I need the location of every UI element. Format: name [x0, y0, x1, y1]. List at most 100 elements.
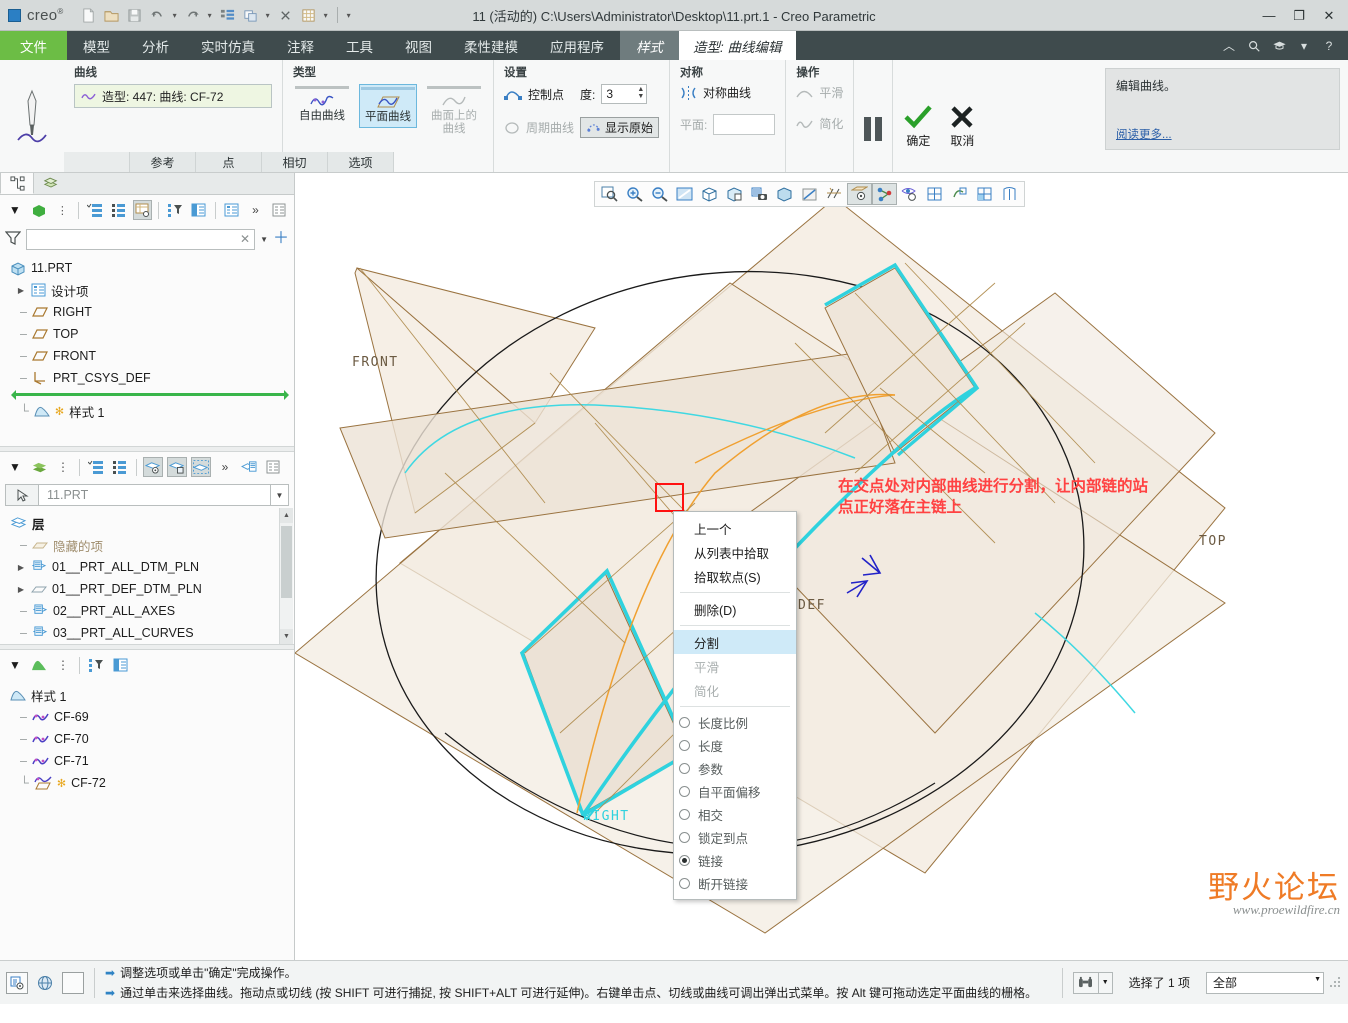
- graduation-cap-icon[interactable]: [1268, 35, 1290, 57]
- scroll-up-icon[interactable]: ▲: [280, 508, 293, 523]
- selection-filter-dropdown[interactable]: 全部 ▼: [1206, 971, 1324, 994]
- filter-dropdown-icon[interactable]: ▼: [260, 235, 268, 244]
- context-menu-item-pick-from-list[interactable]: 从列表中拾取: [674, 540, 796, 564]
- tree-item-front[interactable]: – FRONT: [6, 345, 294, 367]
- tree-columns2-icon[interactable]: [110, 655, 130, 675]
- layer-display-icon[interactable]: [143, 457, 163, 477]
- perspective-icon[interactable]: [797, 183, 822, 205]
- layers-icon[interactable]: [29, 457, 49, 477]
- add-filter-icon[interactable]: ＋: [273, 231, 289, 247]
- expander-icon[interactable]: ▶: [16, 563, 26, 572]
- menu-item-flexible-modeling[interactable]: 柔性建模: [448, 31, 534, 60]
- expander-icon[interactable]: ▶: [16, 286, 26, 295]
- refit-icon[interactable]: [672, 183, 697, 205]
- chevron-down-icon[interactable]: ▼: [1314, 976, 1321, 983]
- undo-icon[interactable]: [147, 5, 168, 26]
- radio-indicator[interactable]: [679, 717, 690, 728]
- spin-center-icon[interactable]: [947, 183, 972, 205]
- more-icon[interactable]: ⋮: [53, 457, 73, 477]
- show-list-icon[interactable]: [86, 457, 106, 477]
- binoculars-icon[interactable]: [1072, 971, 1099, 994]
- style-surface-icon[interactable]: [29, 655, 49, 675]
- snapshot-icon[interactable]: [747, 183, 772, 205]
- context-menu-item-pick-soft-point[interactable]: 拾取软点(S): [674, 564, 796, 588]
- tree-item-top[interactable]: – TOP: [6, 323, 294, 345]
- tree-item-style[interactable]: └ ✻ 样式 1: [6, 400, 294, 422]
- layer-select-icon[interactable]: [191, 457, 211, 477]
- plane-display-icon[interactable]: [847, 183, 872, 205]
- ribbon-subtab-points[interactable]: 点: [196, 152, 262, 172]
- tree-item-part[interactable]: 11.PRT: [6, 257, 294, 279]
- layer-item-all-curves[interactable]: – 03__PRT_ALL_CURVES: [6, 622, 278, 644]
- show-list-icon[interactable]: [85, 200, 105, 220]
- style-item-cf69[interactable]: – CF-69: [6, 706, 294, 728]
- scroll-thumb[interactable]: [281, 526, 292, 598]
- display-settings-icon[interactable]: [132, 200, 153, 220]
- style-item-cf72[interactable]: └ ✻ CF-72: [6, 772, 294, 794]
- style-item-cf71[interactable]: – CF-71: [6, 750, 294, 772]
- ribbon-subtab-tangency[interactable]: 相切: [262, 152, 328, 172]
- layer-tree-scrollbar[interactable]: ▲ ▼: [279, 508, 293, 644]
- menu-item-analysis[interactable]: 分析: [126, 31, 185, 60]
- context-menu-radio-parameter[interactable]: 参数: [674, 757, 796, 780]
- layer-scope-dropdown-icon[interactable]: ▼: [271, 484, 289, 506]
- ok-button[interactable]: 确定: [903, 104, 933, 149]
- window-dropdown-icon[interactable]: ▾: [263, 5, 273, 26]
- layer-scope-picker-icon[interactable]: [5, 484, 39, 506]
- ribbon-subtab-references[interactable]: 参考: [130, 152, 196, 172]
- undo-dropdown-icon[interactable]: ▾: [170, 5, 180, 26]
- qat-overflow-icon[interactable]: ▾: [344, 5, 354, 26]
- context-menu-item-split[interactable]: 分割: [674, 630, 796, 654]
- tree-item-csys[interactable]: – PRT_CSYS_DEF: [6, 367, 294, 389]
- spin-down-icon[interactable]: ▼: [637, 93, 644, 100]
- datum-display-icon[interactable]: [822, 183, 847, 205]
- context-menu-radio-link[interactable]: 链接: [674, 849, 796, 872]
- expander-icon[interactable]: ▶: [16, 585, 26, 594]
- point-axis-display-icon[interactable]: [872, 183, 897, 205]
- search-dropdown-icon[interactable]: ▼: [1098, 971, 1113, 994]
- style-item-cf70[interactable]: – CF-70: [6, 728, 294, 750]
- minimize-button[interactable]: —: [1254, 3, 1284, 29]
- model-info-icon[interactable]: [6, 971, 28, 994]
- menu-item-applications[interactable]: 应用程序: [534, 31, 620, 60]
- insert-here-indicator[interactable]: [11, 390, 289, 400]
- collapse-icon[interactable]: ▼: [5, 457, 25, 477]
- menu-item-live-simulation[interactable]: 实时仿真: [185, 31, 271, 60]
- search-icon[interactable]: [1243, 35, 1265, 57]
- context-menu[interactable]: 上一个 从列表中拾取 拾取软点(S) 删除(D) 分割 平滑 简化 长度比例 长…: [673, 511, 797, 900]
- save-icon[interactable]: [124, 5, 145, 26]
- graphics-viewport[interactable]: FRONT TOP DEF RIGHT 在交点处对内部曲线进行分割，让内部链的站…: [295, 173, 1348, 960]
- zoom-in-icon[interactable]: [622, 183, 647, 205]
- curve-collector-field[interactable]: 造型: 447: 曲线: CF-72: [74, 84, 272, 108]
- menu-item-curve-edit[interactable]: 造型: 曲线编辑: [679, 31, 796, 60]
- pause-button[interactable]: [864, 117, 883, 141]
- radio-indicator[interactable]: [679, 763, 690, 774]
- degree-input[interactable]: 3 ▲ ▼: [601, 84, 648, 104]
- layer-item-all-axes[interactable]: – 02__PRT_ALL_AXES: [6, 600, 278, 622]
- tab-layer-tree[interactable]: [34, 172, 68, 194]
- spin-up-icon[interactable]: ▲: [637, 86, 644, 93]
- search-tool[interactable]: ▼: [1072, 971, 1113, 994]
- zoom-fit-icon[interactable]: [597, 183, 622, 205]
- design-items-icon[interactable]: [222, 200, 242, 220]
- tree-filter-icon[interactable]: [165, 200, 185, 220]
- tree-columns-icon[interactable]: [110, 457, 130, 477]
- collapse-icon[interactable]: ▼: [5, 655, 25, 675]
- radio-indicator[interactable]: [679, 786, 690, 797]
- layer-scope-value[interactable]: 11.PRT: [39, 484, 271, 506]
- radio-indicator[interactable]: [679, 809, 690, 820]
- layer-item-def-dtm-pln[interactable]: ▶ 01__PRT_DEF_DTM_PLN: [6, 578, 278, 600]
- radio-indicator[interactable]: [679, 855, 690, 866]
- filter-icon[interactable]: [4, 230, 22, 249]
- more-icon[interactable]: ⋮: [52, 200, 72, 220]
- context-menu-radio-length-ratio[interactable]: 长度比例: [674, 711, 796, 734]
- creo-logo[interactable]: creo®: [8, 7, 64, 24]
- layer-item-all-dtm-pln[interactable]: ▶ 01__PRT_ALL_DTM_PLN: [6, 556, 278, 578]
- layer-root[interactable]: 层: [6, 512, 278, 534]
- tree-filter-icon[interactable]: [86, 655, 106, 675]
- layer-props-icon[interactable]: [239, 457, 259, 477]
- model-icon[interactable]: [29, 200, 49, 220]
- help-icon[interactable]: ?: [1318, 35, 1340, 57]
- resize-grip[interactable]: [1330, 976, 1342, 989]
- ribbon-subtab-options[interactable]: 选项: [328, 152, 394, 172]
